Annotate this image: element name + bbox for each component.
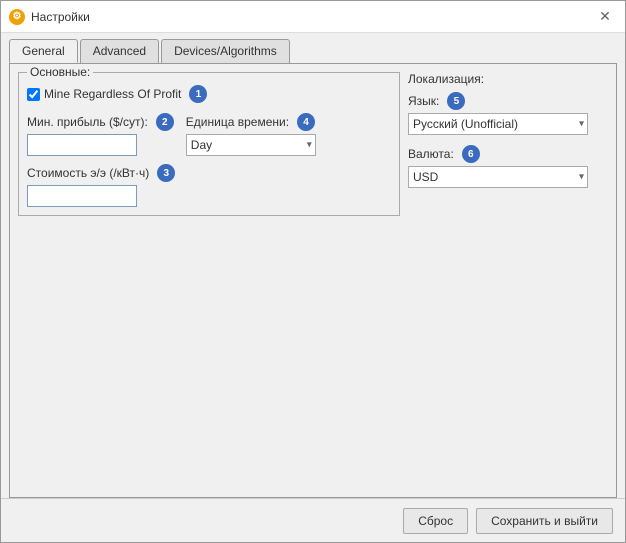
mine-regardless-label: Mine Regardless Of Profit <box>44 87 181 101</box>
settings-window: ⚙ Настройки ✕ General Advanced Devices/A… <box>0 0 626 543</box>
tab-general[interactable]: General <box>9 39 78 63</box>
basics-group: Основные: Mine Regardless Of Profit 1 Ми… <box>18 72 400 216</box>
right-panel: Локализация: Язык: 5 Русский (Unofficial… <box>408 72 608 489</box>
badge-4: 4 <box>297 113 315 131</box>
mine-regardless-row: Mine Regardless Of Profit 1 <box>27 85 391 103</box>
tab-advanced[interactable]: Advanced <box>80 39 159 63</box>
app-icon: ⚙ <box>9 9 25 25</box>
min-profit-group: Мин. прибыль ($/сут): 2 0.00 <box>27 113 174 156</box>
electricity-group: Стоимость э/э (/кВт·ч) 3 0.0000 <box>27 164 391 207</box>
electricity-label: Стоимость э/э (/кВт·ч) <box>27 166 149 180</box>
min-profit-label-row: Мин. прибыль ($/сут): 2 <box>27 113 174 131</box>
title-bar: ⚙ Настройки ✕ <box>1 1 625 33</box>
footer-bar: Сброс Сохранить и выйти <box>1 498 625 542</box>
electricity-input[interactable]: 0.0000 <box>27 185 137 207</box>
currency-select-wrapper: USD EUR BTC ▾ <box>408 166 588 188</box>
badge-5: 5 <box>447 92 465 110</box>
badge-1: 1 <box>189 85 207 103</box>
tab-bar: General Advanced Devices/Algorithms <box>1 33 625 63</box>
localization-title: Локализация: <box>408 72 608 86</box>
time-unit-label: Единица времени: <box>186 115 289 129</box>
language-label-row: Язык: 5 <box>408 92 608 110</box>
content-area: Основные: Mine Regardless Of Profit 1 Ми… <box>9 63 617 498</box>
profit-time-row: Мин. прибыль ($/сут): 2 0.00 Единица вре… <box>27 113 391 156</box>
language-select-wrapper: Русский (Unofficial) English ▾ <box>408 113 588 135</box>
min-profit-label: Мин. прибыль ($/сут): <box>27 115 148 129</box>
badge-3: 3 <box>157 164 175 182</box>
group-content: Mine Regardless Of Profit 1 Мин. прибыль… <box>27 85 391 207</box>
time-unit-group: Единица времени: 4 Day Hour Week ▾ <box>186 113 316 156</box>
language-group: Язык: 5 Русский (Unofficial) English ▾ <box>408 92 608 135</box>
language-label: Язык: <box>408 94 439 108</box>
time-unit-select[interactable]: Day Hour Week <box>186 134 316 156</box>
currency-group: Валюта: 6 USD EUR BTC ▾ <box>408 145 608 188</box>
currency-label: Валюта: <box>408 147 454 161</box>
tab-devices[interactable]: Devices/Algorithms <box>161 39 290 63</box>
badge-6: 6 <box>462 145 480 163</box>
close-button[interactable]: ✕ <box>593 5 617 29</box>
title-bar-left: ⚙ Настройки <box>9 9 90 25</box>
language-select[interactable]: Русский (Unofficial) English <box>408 113 588 135</box>
save-button[interactable]: Сохранить и выйти <box>476 508 613 534</box>
group-title: Основные: <box>27 65 93 79</box>
window-title: Настройки <box>31 10 90 24</box>
mine-regardless-checkbox[interactable] <box>27 88 40 101</box>
reset-button[interactable]: Сброс <box>403 508 468 534</box>
electricity-label-row: Стоимость э/э (/кВт·ч) 3 <box>27 164 391 182</box>
min-profit-input[interactable]: 0.00 <box>27 134 137 156</box>
left-panel: Основные: Mine Regardless Of Profit 1 Ми… <box>18 72 400 489</box>
time-unit-label-row: Единица времени: 4 <box>186 113 316 131</box>
currency-label-row: Валюта: 6 <box>408 145 608 163</box>
currency-select[interactable]: USD EUR BTC <box>408 166 588 188</box>
badge-2: 2 <box>156 113 174 131</box>
time-unit-select-wrapper: Day Hour Week ▾ <box>186 134 316 156</box>
